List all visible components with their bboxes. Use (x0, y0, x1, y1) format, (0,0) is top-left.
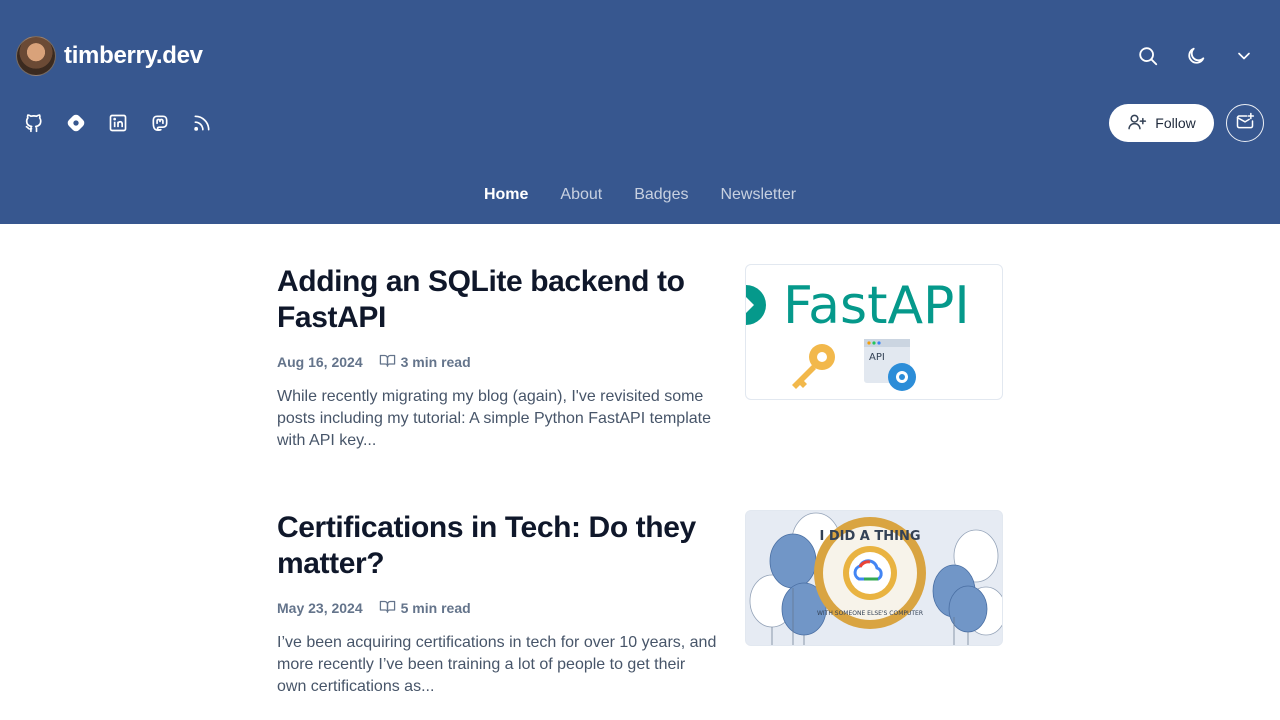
badge-top-text: I DID A THING (819, 529, 920, 544)
add-user-icon (1127, 112, 1147, 135)
github-icon[interactable] (24, 112, 44, 134)
api-label: API (869, 352, 885, 363)
nav-item-badges[interactable]: Badges (634, 186, 688, 204)
badge: I DID A THING WITH SOMEONE ELSE'S COMPUT… (814, 517, 926, 629)
api-settings-icon: API (864, 339, 916, 391)
nav-item-newsletter[interactable]: Newsletter (720, 186, 796, 204)
linkedin-icon[interactable] (108, 112, 128, 134)
post-excerpt: While recently migrating my blog (again)… (277, 388, 711, 449)
post-thumbnail[interactable]: I DID A THING WITH SOMEONE ELSE'S COMPUT… (745, 510, 1003, 646)
moon-icon[interactable] (1184, 40, 1208, 72)
read-time: 5 min read (379, 598, 471, 618)
post-card: Adding an SQLite backend to FastAPI Aug … (277, 264, 1003, 452)
certification-badge-art: I DID A THING WITH SOMEONE ELSE'S COMPUT… (749, 512, 1002, 645)
main-nav: Home About Badges Newsletter (0, 186, 1280, 204)
mastodon-icon[interactable] (150, 112, 170, 134)
book-icon (379, 352, 396, 372)
key-icon (792, 344, 835, 389)
post-date: Aug 16, 2024 (277, 354, 363, 370)
nav-item-home[interactable]: Home (484, 186, 528, 204)
hashnode-icon[interactable] (66, 112, 86, 134)
post-title[interactable]: Adding an SQLite backend to FastAPI (277, 264, 717, 336)
post-card: Certifications in Tech: Do they matter? … (277, 510, 1003, 698)
badge-bottom-text: WITH SOMEONE ELSE'S COMPUTER (817, 610, 923, 617)
read-time-label: 5 min read (400, 600, 471, 616)
follow-label: Follow (1155, 115, 1196, 131)
post-title[interactable]: Certifications in Tech: Do they matter? (277, 510, 717, 582)
post-thumbnail[interactable]: FastAPI API (745, 264, 1003, 400)
brand[interactable]: timberry.dev (16, 36, 203, 76)
read-time-label: 3 min read (400, 354, 471, 370)
rss-icon[interactable] (192, 112, 212, 134)
book-icon (379, 598, 396, 618)
header-actions (1136, 40, 1256, 72)
site-name: timberry.dev (64, 42, 203, 69)
search-icon[interactable] (1136, 40, 1160, 72)
read-time: 3 min read (379, 352, 471, 372)
chevron-down-icon[interactable] (1232, 40, 1256, 72)
post-excerpt: I’ve been acquiring certifications in te… (277, 634, 717, 695)
fastapi-thumbnail-art: FastAPI API (746, 276, 970, 391)
social-links (24, 112, 212, 134)
newsletter-subscribe-button[interactable] (1226, 104, 1264, 142)
fastapi-logo-text: FastAPI (783, 276, 970, 336)
site-header: timberry.dev Follow Home About Badges Ne… (0, 0, 1280, 224)
follow-button[interactable]: Follow (1109, 104, 1214, 142)
nav-item-about[interactable]: About (560, 186, 602, 204)
avatar (16, 36, 56, 76)
mail-plus-icon (1235, 111, 1255, 136)
post-date: May 23, 2024 (277, 600, 363, 616)
